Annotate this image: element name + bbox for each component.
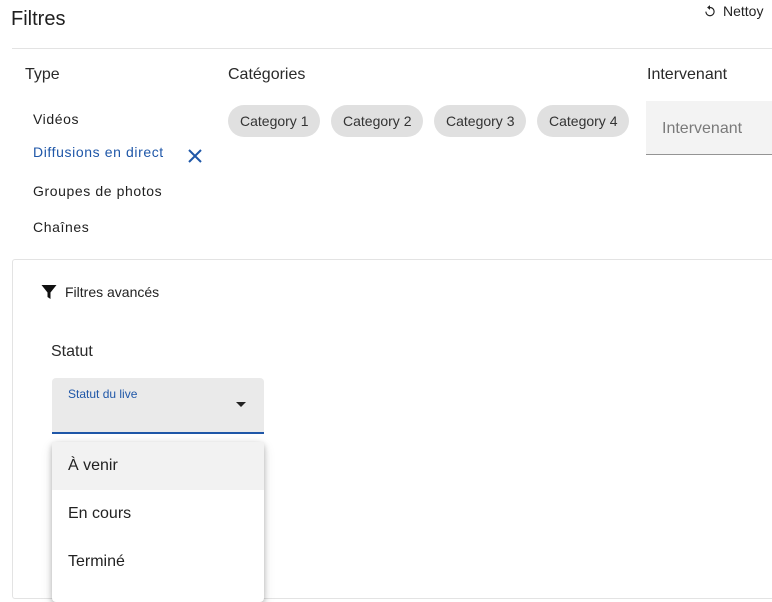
category-chip[interactable]: Category 2 xyxy=(331,105,424,137)
status-heading: Statut xyxy=(51,343,93,360)
type-item-videos[interactable]: Vidéos xyxy=(33,111,79,127)
menu-item-in-progress[interactable]: En cours xyxy=(52,490,264,538)
type-item-live[interactable]: Diffusions en direct xyxy=(33,144,164,160)
reset-button[interactable]: Nettoy xyxy=(703,3,763,19)
menu-item-finished[interactable]: Terminé xyxy=(52,538,264,586)
reset-icon xyxy=(705,5,715,17)
status-select-label: Statut du live xyxy=(68,387,138,401)
menu-item-upcoming[interactable]: À venir xyxy=(52,442,264,490)
type-item-photo-groups[interactable]: Groupes de photos xyxy=(33,183,162,199)
reset-label: Nettoy xyxy=(723,3,764,19)
type-heading: Type xyxy=(25,66,60,83)
page-title: Filtres xyxy=(11,8,66,30)
chevron-down-icon[interactable] xyxy=(236,402,246,407)
category-chip[interactable]: Category 3 xyxy=(434,105,527,137)
speaker-heading: Intervenant xyxy=(647,66,728,83)
type-item-channels[interactable]: Chaînes xyxy=(33,219,89,235)
speaker-placeholder: Intervenant xyxy=(662,120,743,137)
advanced-filters-toggle[interactable]: Filtres avancés xyxy=(41,284,159,300)
advanced-filters-label: Filtres avancés xyxy=(65,284,160,300)
filter-icon xyxy=(41,285,57,299)
categories-heading: Catégories xyxy=(228,66,306,83)
category-chip[interactable]: Category 4 xyxy=(537,105,630,137)
close-icon[interactable] xyxy=(187,148,203,164)
divider xyxy=(12,48,772,49)
category-chip[interactable]: Category 1 xyxy=(228,105,321,137)
